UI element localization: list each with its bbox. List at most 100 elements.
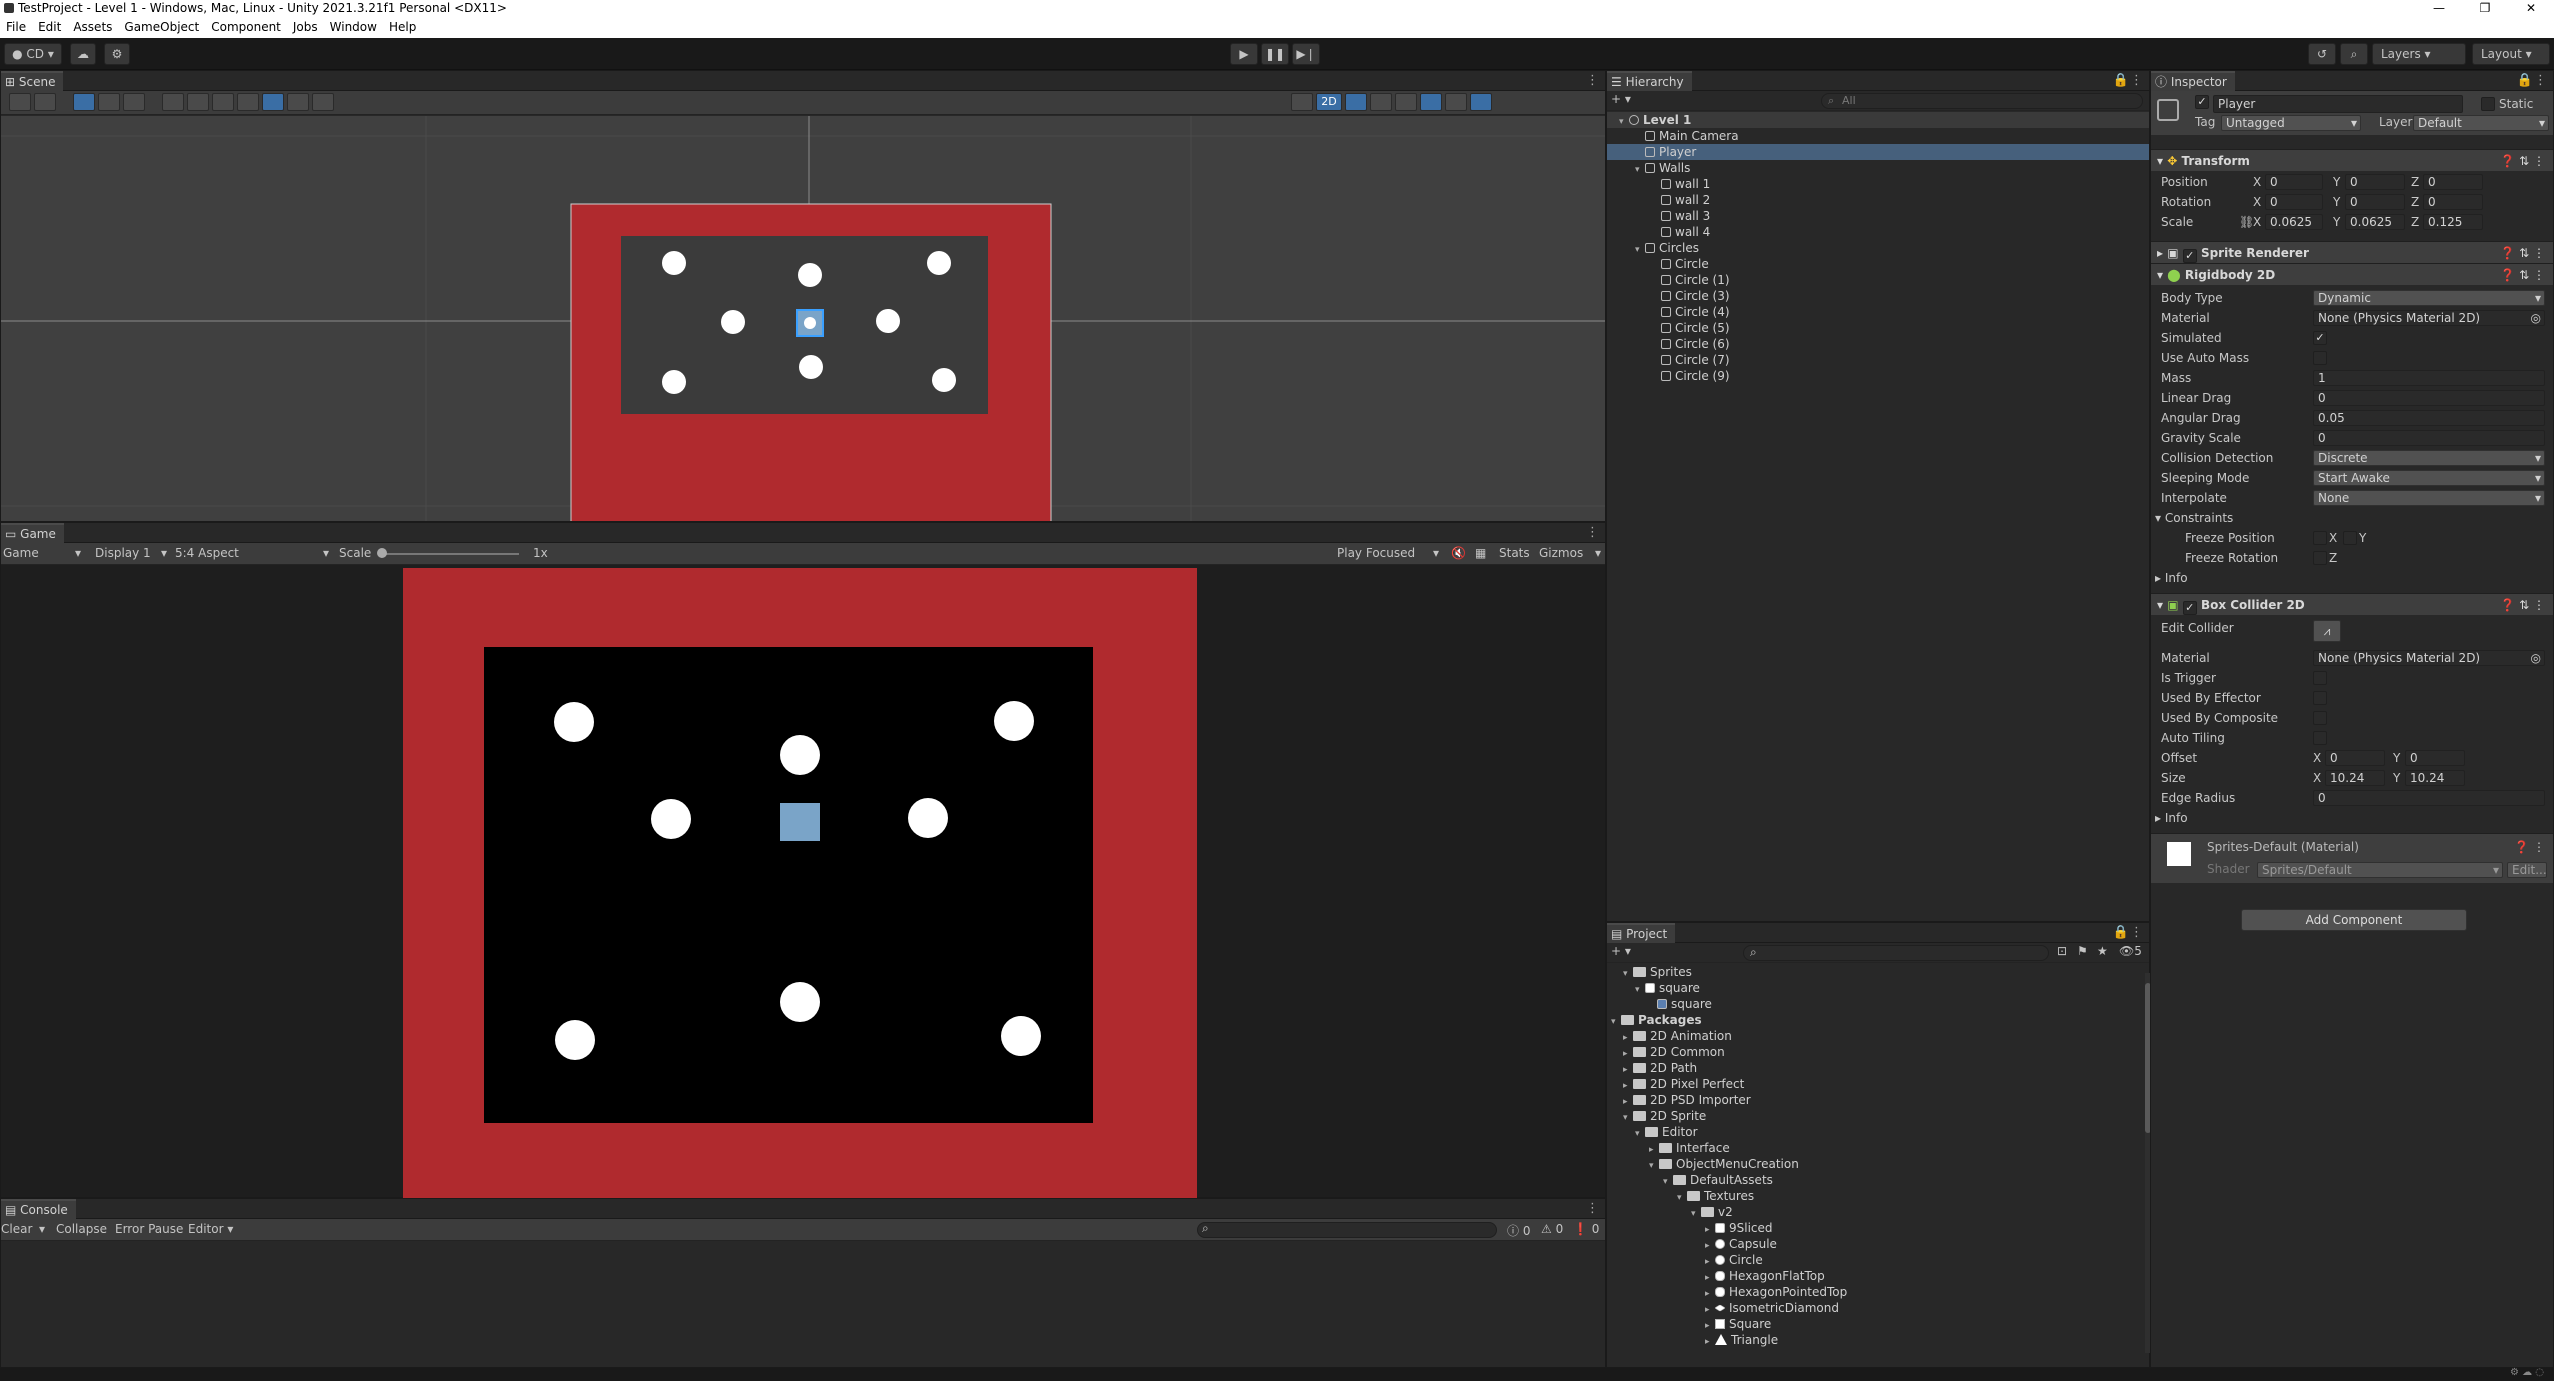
project-item-circle[interactable]: ▸ Circle bbox=[1705, 1252, 1763, 1268]
hierarchy-item-wall-3[interactable]: wall 3 bbox=[1651, 208, 1710, 224]
clear-options-icon[interactable]: ▾ bbox=[39, 1222, 45, 1236]
menu-file[interactable]: File bbox=[0, 16, 32, 38]
component-menu-icon[interactable]: ❓ ⇅ ⋮ bbox=[2500, 150, 2545, 172]
transform-tool-icon[interactable] bbox=[287, 93, 309, 111]
used-by-effector-checkbox[interactable] bbox=[2313, 691, 2327, 705]
project-item-interface[interactable]: ▸ Interface bbox=[1649, 1140, 1730, 1156]
menu-help[interactable]: Help bbox=[383, 16, 422, 38]
used-by-composite-checkbox[interactable] bbox=[2313, 711, 2327, 725]
collapse-button[interactable]: Collapse bbox=[56, 1222, 107, 1236]
gizmos-dropdown[interactable]: Gizmos ▾ bbox=[1539, 546, 1601, 560]
move-tool-icon[interactable] bbox=[187, 93, 209, 111]
freeze-position-y-checkbox[interactable] bbox=[2343, 531, 2357, 545]
object-picker-icon[interactable]: ◎ bbox=[2531, 311, 2541, 325]
bc-material-field[interactable]: None (Physics Material 2D) ◎ bbox=[2313, 650, 2545, 666]
offset-x-field[interactable]: 0 bbox=[2325, 750, 2385, 766]
step-button[interactable]: ▶❘ bbox=[1292, 43, 1320, 65]
position-z-field[interactable]: 0 bbox=[2423, 174, 2483, 190]
effects-icon[interactable] bbox=[1395, 93, 1417, 111]
more-icon[interactable]: ⋮ bbox=[1586, 73, 1599, 88]
hierarchy-item-walls[interactable]: ▾ Walls bbox=[1635, 160, 1690, 176]
more-icon[interactable]: ⋮ bbox=[2130, 73, 2143, 88]
camera-icon[interactable] bbox=[1445, 93, 1467, 111]
project-item-defaultassets[interactable]: ▾ DefaultAssets bbox=[1663, 1172, 1773, 1188]
layers-dropdown[interactable]: Layers ▾ bbox=[2372, 43, 2466, 65]
hierarchy-item-circle-3[interactable]: Circle (3) bbox=[1651, 288, 1730, 304]
component-menu-icon[interactable]: ❓ ⇅ ⋮ bbox=[2500, 594, 2545, 616]
mute-audio-icon[interactable]: 🔇 bbox=[1451, 546, 1466, 560]
project-item-hexagonpointedtop[interactable]: ▸ HexagonPointedTop bbox=[1705, 1284, 1847, 1300]
position-y-field[interactable]: 0 bbox=[2345, 174, 2405, 190]
project-item-editor[interactable]: ▾ Editor bbox=[1635, 1124, 1698, 1140]
scale-slider-handle[interactable] bbox=[377, 548, 387, 558]
static-checkbox[interactable] bbox=[2481, 97, 2495, 111]
menu-gameobject[interactable]: GameObject bbox=[118, 16, 205, 38]
stats-button[interactable]: Stats bbox=[1499, 546, 1530, 560]
auto-tiling-checkbox[interactable] bbox=[2313, 731, 2327, 745]
transform-header[interactable]: ▾ ✥ Transform ❓ ⇅ ⋮ bbox=[2151, 149, 2553, 171]
project-item-objectmenucreation[interactable]: ▾ ObjectMenuCreation bbox=[1649, 1156, 1799, 1172]
project-item-sprites[interactable]: ▾ Sprites bbox=[1623, 964, 1692, 980]
project-item-isometricdiamond[interactable]: ▸ IsometricDiamond bbox=[1705, 1300, 1839, 1316]
hidden-packages-toggle[interactable]: 👁5 bbox=[2119, 944, 2142, 958]
hierarchy-search-input[interactable]: ⌕ All bbox=[1821, 93, 2143, 109]
create-button[interactable]: + ▾ bbox=[1611, 92, 1631, 106]
tag-dropdown[interactable]: Untagged ▾ bbox=[2221, 115, 2361, 131]
constraints-row[interactable]: ▾ Constraints bbox=[2155, 509, 2547, 527]
rotation-z-field[interactable]: 0 bbox=[2423, 194, 2483, 210]
project-item-square[interactable]: ▸ Square bbox=[1705, 1316, 1771, 1332]
scene-viewport[interactable] bbox=[1, 116, 1605, 521]
freeze-position-x-checkbox[interactable] bbox=[2313, 531, 2327, 545]
increment-snap-icon[interactable] bbox=[123, 93, 145, 111]
project-item-textures[interactable]: ▾ Textures bbox=[1677, 1188, 1754, 1204]
project-item-2d-path[interactable]: ▸ 2D Path bbox=[1623, 1060, 1697, 1076]
play-focused-dropdown[interactable]: Play Focused ▾ bbox=[1337, 546, 1441, 560]
menu-assets[interactable]: Assets bbox=[67, 16, 118, 38]
sleeping-mode-dropdown[interactable]: Start Awake ▾ bbox=[2313, 470, 2545, 486]
hierarchy-item-circle-6[interactable]: Circle (6) bbox=[1651, 336, 1730, 352]
grid-snap-icon[interactable] bbox=[73, 93, 95, 111]
is-trigger-checkbox[interactable] bbox=[2313, 671, 2327, 685]
log-count[interactable]: ⓘ 0 bbox=[1507, 1222, 1530, 1239]
gizmos-icon[interactable] bbox=[1470, 93, 1492, 111]
more-icon[interactable]: ⋮ bbox=[2130, 925, 2143, 940]
collab-icon[interactable]: ⚙ bbox=[104, 43, 130, 65]
rect-tool-icon[interactable] bbox=[262, 93, 284, 111]
box-collider-enabled-checkbox[interactable]: ✓ bbox=[2182, 601, 2197, 615]
project-item-2d-animation[interactable]: ▸ 2D Animation bbox=[1623, 1028, 1732, 1044]
rigidbody-header[interactable]: ▾ ⬤ Rigidbody 2D ❓ ⇅ ⋮ bbox=[2151, 263, 2553, 285]
menu-window[interactable]: Window bbox=[324, 16, 383, 38]
error-count[interactable]: ❗ 0 bbox=[1573, 1222, 1599, 1236]
rb-info-row[interactable]: ▸ Info bbox=[2155, 569, 2547, 587]
lock-icon[interactable]: 🔒 bbox=[2113, 73, 2129, 88]
scale-x-field[interactable]: 0.0625 bbox=[2265, 214, 2323, 230]
account-dropdown[interactable]: ● CD ▾ bbox=[4, 43, 62, 65]
rotate-tool-icon[interactable] bbox=[212, 93, 234, 111]
toggle-2d-button[interactable]: 2D bbox=[1316, 93, 1342, 111]
maximize-icon[interactable]: ❐ bbox=[2462, 0, 2508, 16]
project-item-2d-psd-importer[interactable]: ▸ 2D PSD Importer bbox=[1623, 1092, 1751, 1108]
size-x-field[interactable]: 10.24 bbox=[2325, 770, 2385, 786]
collision-detection-dropdown[interactable]: Discrete ▾ bbox=[2313, 450, 2545, 466]
hierarchy-item-wall-4[interactable]: wall 4 bbox=[1651, 224, 1710, 240]
tab-project[interactable]: ▤ Project bbox=[1607, 923, 1676, 943]
tab-scene[interactable]: ⊞ Scene bbox=[1, 71, 64, 91]
menu-jobs[interactable]: Jobs bbox=[287, 16, 324, 38]
draw-mode-icon[interactable] bbox=[9, 93, 31, 111]
layout-dropdown[interactable]: Layout ▾ bbox=[2472, 43, 2550, 65]
render-mode-icon[interactable] bbox=[34, 93, 56, 111]
lighting-icon[interactable] bbox=[1345, 93, 1367, 111]
scale-tool-icon[interactable] bbox=[237, 93, 259, 111]
sprite-renderer-header[interactable]: ▸ ▣ ✓ Sprite Renderer ❓ ⇅ ⋮ bbox=[2151, 241, 2553, 263]
tab-game[interactable]: ▭ Game bbox=[1, 523, 64, 543]
scale-y-field[interactable]: 0.0625 bbox=[2345, 214, 2405, 230]
display-dropdown[interactable]: Display 1 ▾ bbox=[95, 546, 169, 560]
project-item-square-subasset[interactable]: square bbox=[1657, 996, 1712, 1012]
size-y-field[interactable]: 10.24 bbox=[2405, 770, 2465, 786]
hierarchy-item-circle-4[interactable]: Circle (4) bbox=[1651, 304, 1730, 320]
linear-drag-field[interactable]: 0 bbox=[2313, 390, 2545, 406]
rb-material-field[interactable]: None (Physics Material 2D) ◎ bbox=[2313, 310, 2545, 326]
edit-collider-button[interactable]: ⩘ bbox=[2313, 620, 2341, 642]
active-checkbox[interactable]: ✓ bbox=[2195, 95, 2209, 109]
object-name-field[interactable]: Player bbox=[2213, 95, 2463, 113]
